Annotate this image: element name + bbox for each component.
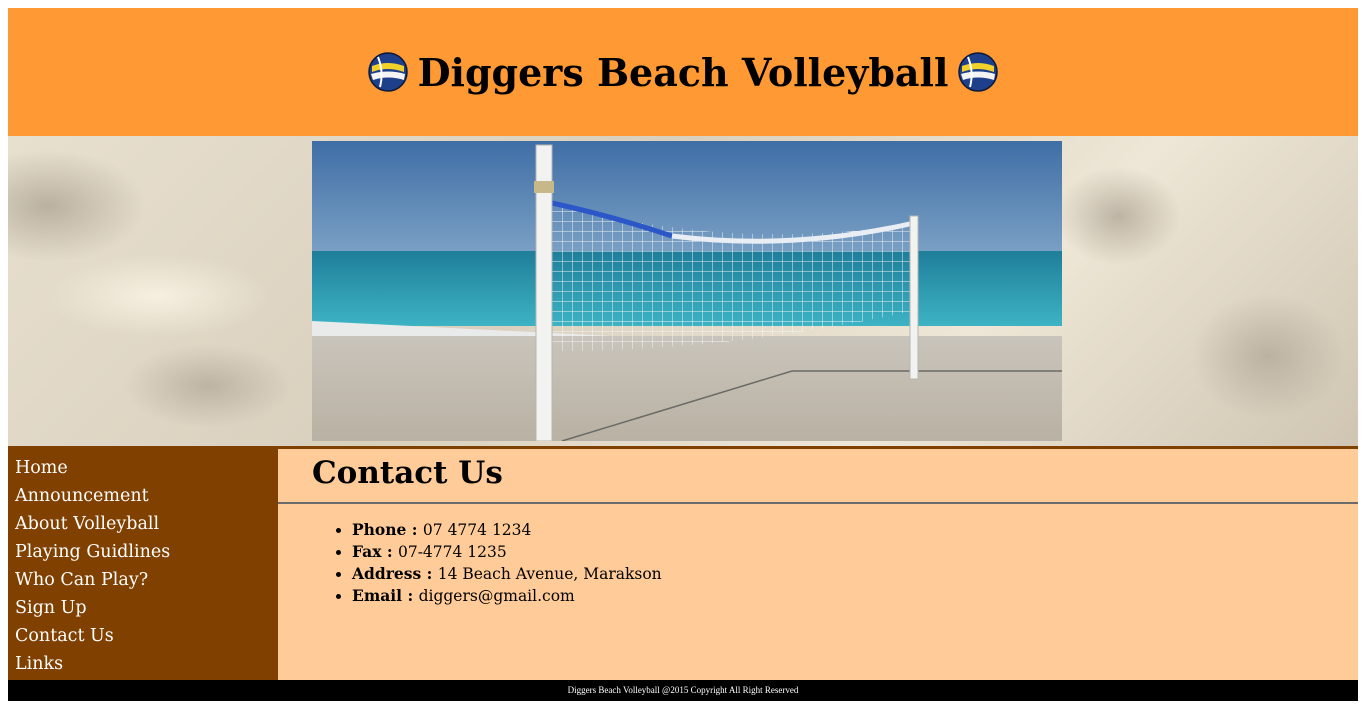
contact-value: diggers@gmail.com	[418, 587, 575, 605]
site-footer: Diggers Beach Volleyball @2015 Copyright…	[8, 680, 1358, 701]
page-title: Contact Us	[312, 455, 503, 491]
nav-item-sign-up[interactable]: Sign Up	[8, 594, 278, 622]
nav-item-home[interactable]: Home	[8, 454, 278, 482]
nav-item-about-volleyball[interactable]: About Volleyball	[8, 510, 278, 538]
contact-separator: :	[406, 520, 423, 539]
nav-item-announcement[interactable]: Announcement	[8, 482, 278, 510]
sand-banner	[8, 136, 1358, 446]
site-title-row: Diggers Beach Volleyball	[367, 49, 999, 95]
contact-label: Address	[352, 564, 422, 583]
nav-item-who-can-play[interactable]: Who Can Play?	[8, 566, 278, 594]
copyright-text: Diggers Beach Volleyball @2015 Copyright…	[567, 685, 799, 695]
contact-value: 07 4774 1234	[422, 521, 532, 539]
nav-item-contact-us[interactable]: Contact Us	[8, 622, 278, 650]
sidebar-nav: Home Announcement About Volleyball Playi…	[8, 446, 278, 680]
contact-separator: :	[381, 542, 398, 561]
main-content: Contact Us Phone : 07 4774 1234 Fax : 07…	[278, 446, 1358, 680]
contact-list: Phone : 07 4774 1234 Fax : 07-4774 1235 …	[312, 519, 662, 607]
contact-label: Phone	[352, 520, 407, 539]
contact-separator: :	[421, 564, 438, 583]
title-divider	[278, 502, 1358, 504]
site-header: Diggers Beach Volleyball	[8, 8, 1358, 136]
nav-item-playing-guidlines[interactable]: Playing Guidlines	[8, 538, 278, 566]
site-title: Diggers Beach Volleyball	[417, 49, 949, 95]
page: Diggers Beach Volleyball Home Announceme…	[8, 8, 1358, 701]
beach-volleyball-net-photo	[312, 141, 1062, 441]
contact-separator: :	[402, 586, 419, 605]
contact-item-phone: Phone : 07 4774 1234	[352, 519, 662, 541]
nav-item-links[interactable]: Links	[8, 650, 278, 678]
contact-item-email: Email : diggers@gmail.com	[352, 585, 662, 607]
volleyball-icon	[958, 52, 999, 92]
contact-label: Fax	[352, 542, 382, 561]
contact-value: 14 Beach Avenue, Marakson	[437, 565, 662, 583]
contact-value: 07-4774 1235	[397, 543, 507, 561]
contact-item-fax: Fax : 07-4774 1235	[352, 541, 662, 563]
volleyball-icon	[367, 52, 408, 92]
contact-label: Email	[352, 586, 403, 605]
contact-item-address: Address : 14 Beach Avenue, Marakson	[352, 563, 662, 585]
